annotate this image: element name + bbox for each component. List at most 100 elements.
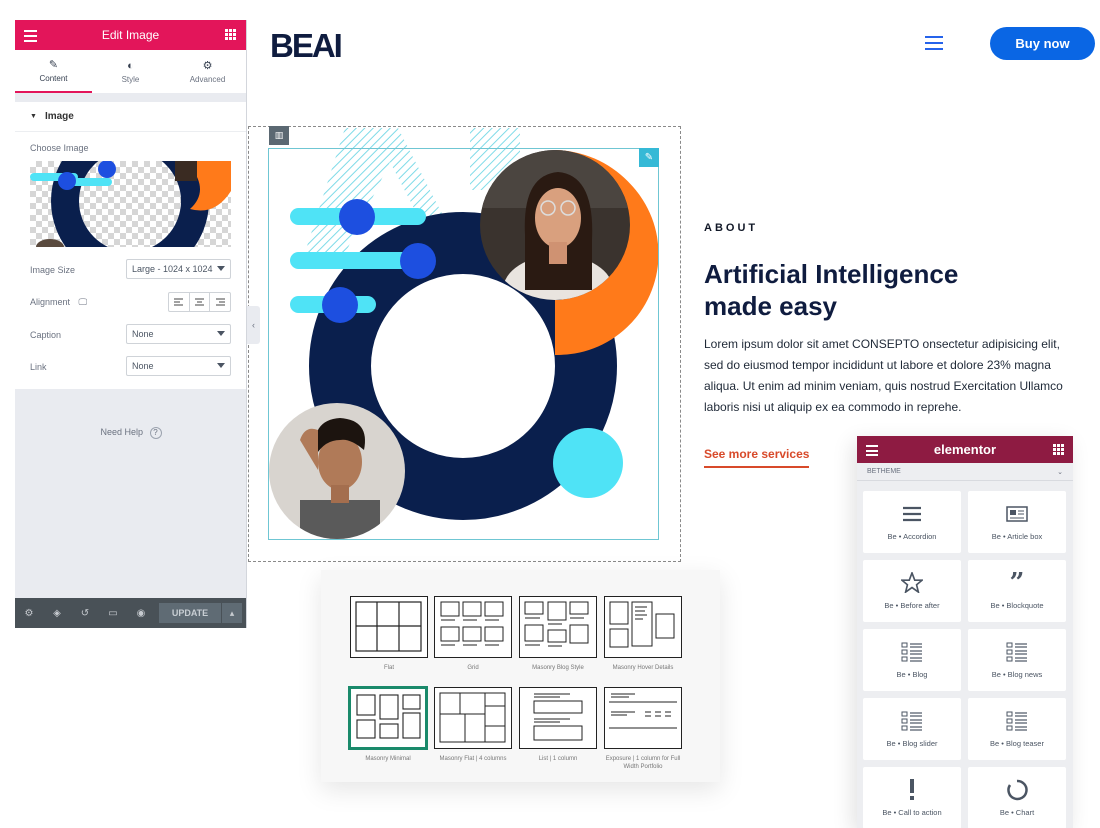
layout-option-grid[interactable]: Grid	[434, 596, 512, 672]
image-size-select[interactable]: Large - 1024 x 1024	[126, 259, 231, 279]
widget-blog-teaser[interactable]: Be • Blog teaser	[968, 698, 1066, 760]
hamburger-icon[interactable]	[24, 30, 37, 45]
elementor-widgets-panel: elementor BETHEME ⌄ Be • Accordion Be • …	[857, 436, 1073, 828]
layout-thumb	[434, 596, 512, 658]
about-title-line-1: Artificial Intelligence	[704, 259, 959, 289]
layout-option-masonry-hover[interactable]: Masonry Hover Details	[604, 596, 682, 672]
editor-tabs: ✎ Content ◐ Style ⚙ Advanced	[15, 50, 246, 93]
layout-label: Masonry Blog Style	[532, 665, 584, 671]
layout-label: Masonry Flat | 4 columns	[439, 756, 507, 762]
editor-header: Edit Image	[15, 20, 246, 50]
help-icon: ?	[149, 427, 162, 439]
tab-advanced[interactable]: ⚙ Advanced	[169, 50, 246, 93]
layout-option-masonry-minimal[interactable]: Masonry Minimal	[349, 687, 427, 763]
category-label: BETHEME	[867, 468, 901, 475]
tab-style[interactable]: ◐ Style	[92, 50, 169, 93]
chart-ring-icon	[1006, 779, 1028, 800]
layers-icon[interactable]: ◈	[43, 608, 71, 619]
layout-thumb	[349, 687, 427, 749]
widget-label: Be • Chart	[999, 807, 1035, 817]
exclamation-icon	[908, 778, 916, 800]
caption-value: None	[132, 329, 154, 339]
layout-label: Grid	[467, 665, 479, 671]
layout-label: Masonry Minimal	[365, 756, 411, 762]
editor-title: Edit Image	[101, 28, 160, 42]
layout-label: Flat	[383, 665, 394, 671]
widget-chart[interactable]: Be • Chart	[968, 767, 1066, 828]
widget-before-after[interactable]: Be • Before after	[863, 560, 961, 622]
widgets-grid: Be • Accordion Be • Article box Be • Bef…	[863, 491, 1069, 828]
history-icon[interactable]: ↺	[71, 608, 99, 619]
update-button[interactable]: UPDATE	[159, 603, 221, 623]
hamburger-icon[interactable]	[866, 445, 878, 459]
see-more-services-link[interactable]: See more services	[704, 447, 810, 468]
widget-label: Be • Blockquote	[990, 600, 1044, 610]
dropdown-caret-icon	[217, 266, 225, 271]
chevron-up-icon[interactable]: ▴	[222, 603, 242, 623]
section-title: Image	[44, 111, 74, 122]
caption-select[interactable]: None	[126, 324, 231, 344]
layout-label: Masonry Hover Details	[612, 665, 674, 671]
widget-blog-slider[interactable]: Be • Blog slider	[863, 698, 961, 760]
layout-option-masonry-blog[interactable]: Masonry Blog Style	[519, 596, 597, 672]
preview-eye-icon[interactable]: ◉	[127, 608, 155, 619]
accordion-icon	[903, 504, 921, 524]
widget-label: Be • Blog news	[991, 669, 1043, 679]
need-help-link[interactable]: Need Help ?	[15, 427, 246, 439]
widget-label: Be • Blog slider	[886, 738, 938, 748]
settings-icon[interactable]: ⚙	[15, 608, 43, 619]
widget-blockquote[interactable]: ” Be • Blockquote	[968, 560, 1066, 622]
tab-label: Content	[39, 74, 68, 83]
article-box-icon	[1006, 504, 1028, 524]
edit-pencil-icon[interactable]: ✎	[639, 148, 659, 167]
widget-blog-news[interactable]: Be • Blog news	[968, 629, 1066, 691]
widgets-grid-icon[interactable]	[225, 29, 236, 40]
editor-footer: ⚙ ◈ ↺ ▭ ◉ UPDATE ▴	[15, 598, 246, 628]
chevron-down-icon: ⌄	[1057, 468, 1063, 476]
widget-call-to-action[interactable]: Be • Call to action	[863, 767, 961, 828]
image-widget-outline[interactable]	[268, 148, 659, 540]
alignment-label: Alignment 🖵	[30, 297, 87, 308]
responsive-icon[interactable]: ▭	[99, 608, 127, 619]
pencil-icon: ✎	[48, 59, 59, 71]
section-handle-icon[interactable]: ▥	[269, 126, 289, 145]
widget-label: Be • Call to action	[882, 807, 942, 817]
layout-label: Exposure | 1 column for Full Width Portf…	[605, 756, 681, 770]
collapse-panel-icon[interactable]: ‹	[247, 306, 260, 344]
align-center-icon[interactable]	[190, 293, 211, 311]
category-betheme[interactable]: BETHEME ⌄	[857, 463, 1073, 481]
layout-option-flat[interactable]: Flat	[350, 596, 428, 672]
blog-list-icon	[1006, 642, 1028, 662]
layout-option-list[interactable]: List | 1 column	[519, 687, 597, 763]
hamburger-icon[interactable]	[925, 36, 943, 50]
layout-thumb	[434, 687, 512, 749]
layout-option-masonry-flat[interactable]: Masonry Flat | 4 columns	[434, 687, 512, 763]
monitor-icon[interactable]: 🖵	[79, 297, 88, 307]
star-icon	[901, 572, 923, 593]
widgets-header: elementor	[857, 436, 1073, 463]
half-circle-icon: ◐	[127, 59, 134, 72]
align-right-icon[interactable]	[210, 293, 230, 311]
widget-label: Be • Before after	[884, 600, 940, 610]
tab-content[interactable]: ✎ Content	[15, 50, 92, 93]
about-title: Artificial Intelligence made easy	[704, 258, 1004, 322]
widget-blog[interactable]: Be • Blog	[863, 629, 961, 691]
widget-label: Be • Blog teaser	[990, 738, 1044, 748]
buy-now-button[interactable]: Buy now	[990, 27, 1095, 60]
edit-image-panel: Edit Image ✎ Content ◐ Style ⚙ Advanced …	[15, 20, 247, 628]
widgets-grid-icon[interactable]	[1053, 444, 1064, 455]
image-size-value: Large - 1024 x 1024	[132, 264, 213, 274]
elementor-brand: elementor	[933, 442, 997, 457]
alignment-control	[168, 292, 231, 312]
section-toggle-image[interactable]: ▼ Image	[15, 102, 246, 132]
widget-article-box[interactable]: Be • Article box	[968, 491, 1066, 553]
image-chooser[interactable]	[30, 161, 231, 247]
portfolio-layouts-card: Flat Grid Masonry Blog Style Masonry Hov…	[321, 570, 720, 782]
layout-option-exposure[interactable]: Exposure | 1 column for Full Width Portf…	[604, 687, 682, 771]
beai-logo[interactable]: BEAI	[270, 30, 364, 60]
link-select[interactable]: None	[126, 356, 231, 376]
widget-accordion[interactable]: Be • Accordion	[863, 491, 961, 553]
blog-list-icon	[1006, 711, 1028, 731]
align-left-icon[interactable]	[169, 293, 190, 311]
dropdown-caret-icon	[217, 363, 225, 368]
